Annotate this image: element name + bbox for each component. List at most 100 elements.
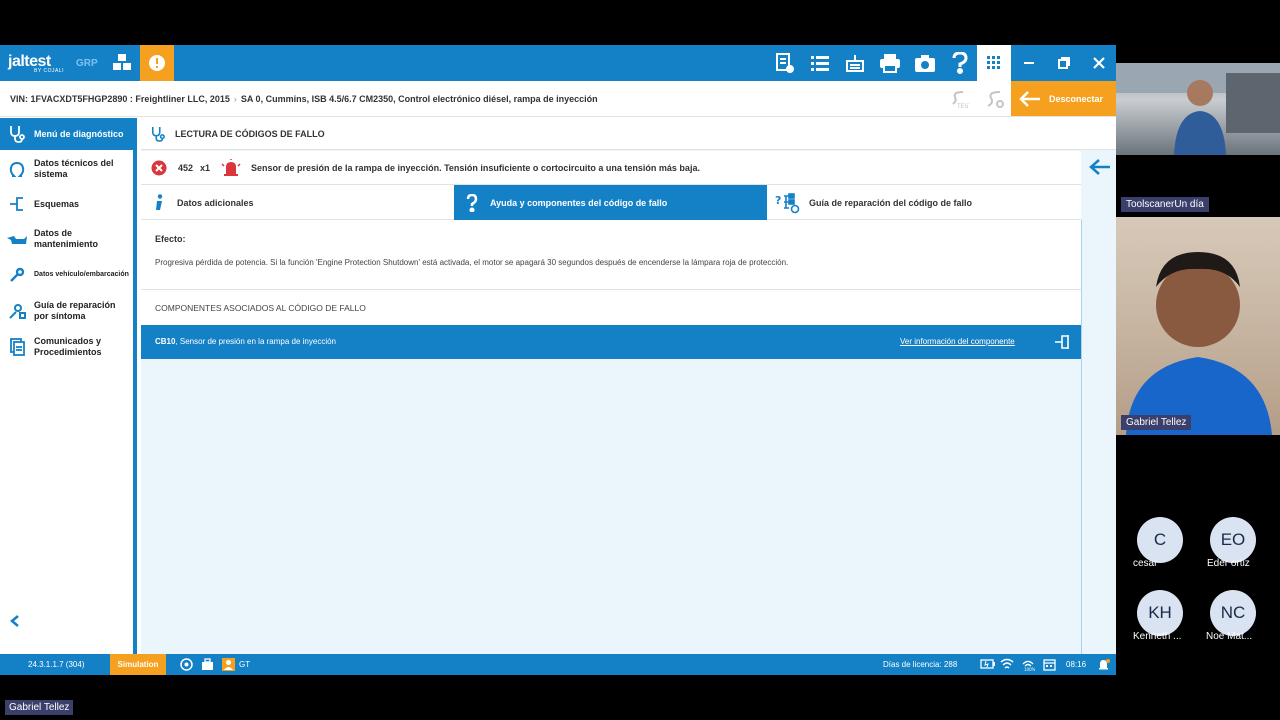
briefcase-icon[interactable]: [201, 658, 214, 671]
tab-additional-data[interactable]: Datos adicionales: [141, 185, 454, 220]
back-button[interactable]: [1089, 158, 1111, 181]
question-icon: [454, 193, 490, 212]
battery-icon: [980, 659, 995, 669]
sidebar-item-label: Esquemas: [34, 198, 80, 209]
arrow-left-icon: [1019, 90, 1040, 107]
help-icon[interactable]: [942, 45, 977, 81]
sidebar-item-label: Datos vehículo/embarcación: [34, 271, 129, 278]
system-path: SA 0, Cummins, ISB 4.5/6.7 CM2350, Contr…: [240, 94, 598, 104]
sidebar-item-vehicle-data[interactable]: Datos vehículo/embarcación: [0, 258, 133, 292]
region-label: GT: [239, 660, 251, 669]
section-header: LECTURA DE CÓDIGOS DE FALLO: [141, 118, 1116, 150]
sidebar-item-maintenance-data[interactable]: Datos de mantenimiento: [0, 222, 133, 256]
person-silhouette-icon: [1116, 63, 1280, 155]
restore-icon: [1057, 57, 1070, 69]
section-title: LECTURA DE CÓDIGOS DE FALLO: [175, 129, 325, 139]
tab-label: Guía de reparación del código de fallo: [809, 197, 973, 208]
sidebar-item-label: Menú de diagnóstico: [34, 128, 124, 139]
sidebar-item-schematics[interactable]: Esquemas: [0, 188, 133, 220]
test-icon[interactable]: TEST: [947, 88, 971, 110]
content-divider: [1081, 220, 1082, 654]
participant-name: Noe Mat...: [1206, 631, 1253, 642]
participant-video-2: [1116, 217, 1280, 435]
avatar[interactable]: KH: [1137, 590, 1183, 636]
keyboard-icon[interactable]: [837, 45, 872, 81]
sidebar: Menú de diagnóstico Datos técnicos del s…: [0, 118, 137, 654]
participant-name: Eder ortiz: [1207, 558, 1250, 569]
component-name: CB10, Sensor de presión en la rampa de i…: [155, 337, 336, 346]
chevron-left-icon: [10, 615, 19, 627]
minimize-button[interactable]: [1011, 45, 1046, 81]
tab-help-components[interactable]: Ayuda y componentes del código de fallo: [454, 185, 767, 220]
close-button[interactable]: [1081, 45, 1116, 81]
effect-panel: Efecto: Progresiva pérdida de potencia. …: [141, 220, 1081, 290]
omega-icon: [0, 161, 34, 177]
error-icon: [151, 160, 167, 176]
restore-button[interactable]: [1046, 45, 1081, 81]
person-silhouette-icon: [1126, 252, 1272, 435]
fault-code-row[interactable]: 452 x1 Sensor de presión de la rampa de …: [141, 151, 1081, 185]
calendar-icon: [1043, 659, 1056, 671]
sidebar-item-bulletins-procedures[interactable]: Comunicados y Procedimientos: [0, 330, 133, 364]
sidebar-item-label: Datos de mantenimiento: [34, 228, 99, 249]
info-icon: [141, 193, 177, 212]
camera-icon[interactable]: [907, 45, 942, 81]
sidebar-item-technical-data[interactable]: Datos técnicos del sistema: [0, 152, 133, 186]
sidebar-item-diagnostic-menu[interactable]: Menú de diagnóstico: [0, 118, 133, 150]
participant-video-1: [1116, 63, 1280, 155]
tab-repair-guide[interactable]: ? Guía de reparación del código de fallo: [767, 185, 1081, 220]
schematic-icon: [0, 196, 34, 212]
grid-icon: [987, 56, 1000, 69]
stethoscope-icon: [0, 125, 34, 143]
repair-guide-icon: [0, 302, 34, 320]
sync-icon[interactable]: [180, 658, 193, 671]
warning-button[interactable]: [140, 45, 174, 81]
svg-text:TEST: TEST: [956, 103, 969, 109]
fault-count: x1: [200, 163, 211, 173]
list-icon[interactable]: [802, 45, 837, 81]
sidebar-item-label: Guía de reparación por síntoma: [34, 300, 116, 321]
report-icon[interactable]: [767, 45, 802, 81]
component-code: CB10: [155, 337, 176, 346]
participant-name: cesar: [1133, 558, 1158, 569]
effect-heading: Efecto:: [155, 234, 186, 244]
stethoscope-icon: [151, 127, 165, 142]
tab-label: Datos adicionales: [177, 197, 254, 208]
printer-icon[interactable]: [872, 45, 907, 81]
vehicle-info-bar: VIN: 1FVACXDT5FHGP2890 : Freightliner LL…: [0, 81, 1116, 117]
disconnect-button[interactable]: Desconectar: [1011, 81, 1116, 116]
logo-subtext: BY COJALI: [34, 68, 64, 74]
components-header: COMPONENTES ASOCIADOS AL CÓDIGO DE FALLO: [141, 290, 1081, 325]
alarm-lamp-icon: [221, 159, 241, 176]
view-component-info-link[interactable]: Ver información del componente: [900, 337, 1015, 346]
wifi-icon: [1000, 658, 1014, 669]
oil-can-icon: [0, 232, 34, 246]
jaltest-logo: jaltest BY COJALI: [8, 53, 64, 74]
clock: 08:16: [1066, 660, 1087, 669]
svg-text:?: ?: [775, 194, 781, 207]
status-bar: 24.3.1.1.7 (304) Simulation GT Días de l…: [0, 654, 1116, 675]
cubes-icon[interactable]: [104, 45, 139, 81]
license-days: Días de licencia: 288: [883, 660, 958, 669]
component-description: , Sensor de presión en la rampa de inyec…: [175, 337, 336, 346]
user-icon[interactable]: [222, 658, 235, 671]
vin-label: VIN: 1FVACXDT5FHGP2890 : Freightliner LL…: [10, 94, 230, 104]
presenter-name-tag: Gabriel Tellez: [5, 700, 74, 715]
main-content: LECTURA DE CÓDIGOS DE FALLO 452 x1 Senso…: [141, 118, 1116, 654]
connection-icon[interactable]: [982, 88, 1006, 110]
avatar[interactable]: NC: [1210, 590, 1256, 636]
avatar[interactable]: EO: [1210, 517, 1256, 563]
signal-icon: 100%: [1022, 660, 1035, 671]
simulation-badge: Simulation: [110, 654, 166, 675]
notification-bell-icon[interactable]: [1097, 658, 1110, 671]
repair-tree-icon: ?: [767, 192, 809, 214]
version-label: 24.3.1.1.7 (304): [28, 660, 85, 669]
avatar[interactable]: C: [1137, 517, 1183, 563]
component-row[interactable]: CB10, Sensor de presión en la rampa de i…: [141, 325, 1081, 359]
grp-label: GRP: [76, 58, 98, 69]
sidebar-item-symptom-repair-guide[interactable]: Guía de reparación por síntoma: [0, 294, 133, 328]
collapse-sidebar-button[interactable]: [8, 614, 22, 633]
component-schematic-icon[interactable]: [1054, 334, 1070, 355]
apps-button[interactable]: [977, 45, 1011, 81]
participant-name: Kenneth ...: [1133, 631, 1182, 642]
